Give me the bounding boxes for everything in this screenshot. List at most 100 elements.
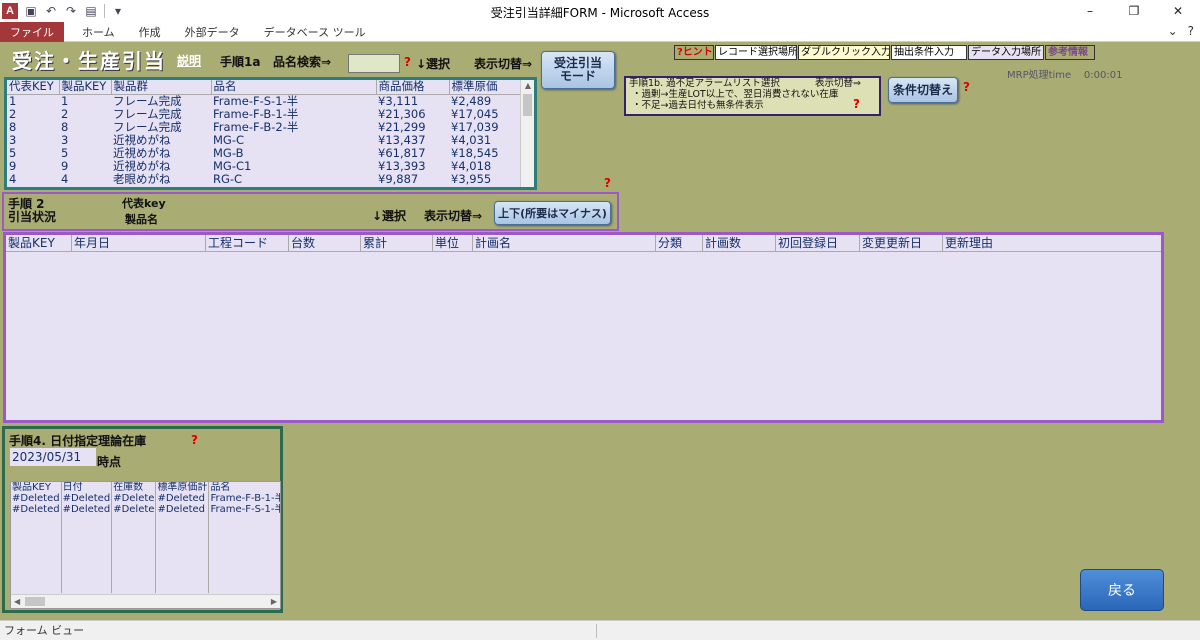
display-switch-label: 表示切替⇒ [474,57,533,71]
scroll-left-icon[interactable]: ◀ [14,595,20,608]
condition-hint-icon[interactable]: ? [963,80,970,94]
grid-col-first-registered: 初回登録日 [776,235,860,251]
help-link[interactable]: 説明 [177,52,201,69]
status-divider [596,624,597,638]
scroll-thumb[interactable] [523,94,532,116]
product-search-input[interactable] [348,54,400,73]
status-bar: フォーム ビュー [0,620,1200,640]
stock-cell: #Deleted [11,493,62,504]
restore-button[interactable]: ❐ [1112,0,1156,22]
help-icon[interactable]: ? [1188,24,1194,38]
access-logo-icon: A [2,3,18,19]
toolbar-divider [104,4,105,18]
scroll-right-icon[interactable]: ▶ [271,595,277,608]
col-product-name: 品名 [211,80,377,95]
product-cell: Frame-F-B-1-半 [213,107,299,121]
product-list-scrollbar[interactable]: ▲ [520,80,534,187]
product-list[interactable]: 代表KEY 製品KEY 製品群 品名 商品価格 標準原価 1 1 フレーム完成 Fra… [4,77,537,190]
product-row[interactable]: 3 3 近視めがね MG-C ¥13,437 ¥4,031 [7,134,523,147]
product-cell: ¥17,045 [451,107,499,121]
product-cell: フレーム完成 [113,107,182,121]
stock-cell: #Deleted [61,493,113,504]
tab-external-data[interactable]: 外部データ [173,22,252,42]
allocation-grid[interactable]: 製品KEY 年月日 工程コード 台数 累計 単位 計画名 分類 計画数 初回登録… [3,232,1164,423]
open-folder-icon[interactable]: ▤ [84,4,98,18]
mrp-time: MRP処理time 0:00:01 [1007,66,1122,81]
product-cell: 2 [9,107,17,121]
product-cell: 1 [9,94,17,108]
grid-col-plan-name: 計画名 [473,235,656,251]
stock-cell: #Delete [111,504,157,515]
product-cell: 4 [9,172,17,186]
allocation-status-label: 引当状況 [8,210,57,224]
stock-empty-cell [155,515,210,593]
form-title: 受注・生産引当 [12,49,166,73]
alarm-switch-label: 表示切替⇒ [815,78,861,89]
updown-toggle-button[interactable]: 上下(所要はマイナス) [494,201,611,225]
stock-cell: #Deleted [61,504,113,515]
product-cell: ¥4,031 [451,133,492,147]
scroll-up-icon[interactable]: ▲ [521,81,534,90]
product-cell: 老眼めがね [113,172,171,186]
product-cell: RG-C [213,172,243,186]
collapse-ribbon-icon[interactable]: ⌄ [1168,24,1178,38]
product-cell: 近視めがね [113,133,171,147]
tab-database-tools[interactable]: データベース ツール [252,22,378,42]
col-product-group: 製品群 [111,80,212,95]
product-cell: MG-C1 [213,159,252,173]
product-cell: 近視めがね [113,159,171,173]
search-hint-icon[interactable]: ? [404,55,411,69]
product-cell: MG-B [213,146,244,160]
section2-hint-icon[interactable]: ? [604,176,611,190]
product-cell: ¥18,545 [451,146,499,160]
col-std-cost: 標準原価 [449,80,524,95]
tab-home[interactable]: ホーム [70,22,127,42]
condition-switch-button[interactable]: 条件切替え [888,77,958,103]
mrp-time-value: 0:00:01 [1083,70,1123,81]
product-cell: ¥17,039 [451,120,499,134]
section2-display-switch-label: 表示切替⇒ [424,209,483,223]
stock-date-input[interactable]: 2023/05/31 [10,448,96,466]
legend-reference: 参考情報 [1045,45,1095,60]
alarm-line1: 手順1b. 過不足アラームリスト選択 [629,78,780,89]
customize-dropdown-icon[interactable]: ▾ [111,4,125,18]
product-cell: ¥9,887 [378,172,419,186]
legend-doubleclick: ダブルクリック入力支援 [798,45,890,60]
product-row[interactable]: 1 1 フレーム完成 Frame-F-S-1-半 ¥3,111 ¥2,489 [7,94,523,108]
stock-list[interactable]: 製品KEY 日付 在庫数 標準原価計 品名 #Deleted #Deleted #D… [10,481,281,609]
hscroll-thumb[interactable] [25,597,45,606]
tab-file[interactable]: ファイル [0,21,64,42]
order-alloc-mode-button[interactable]: 受注引当 モード [541,51,615,89]
grid-col-date: 年月日 [72,235,206,251]
grid-col-unit: 単位 [433,235,473,251]
product-row[interactable]: 9 9 近視めがね MG-C1 ¥13,393 ¥4,018 [7,160,523,173]
redo-icon[interactable]: ↷ [64,4,78,18]
back-button[interactable]: 戻る [1080,569,1164,611]
product-row[interactable]: 2 2 フレーム完成 Frame-F-B-1-半 ¥21,306 ¥17,045 [7,108,523,121]
close-button[interactable]: ✕ [1156,0,1200,22]
stock-empty-cell [61,515,113,593]
undo-icon[interactable]: ↶ [44,4,58,18]
product-row[interactable]: 4 4 老眼めがね RG-C ¥9,887 ¥3,955 [7,173,523,186]
save-icon[interactable]: ▣ [24,4,38,18]
mrp-time-label: MRP処理time [1007,70,1072,81]
product-cell: Frame-F-S-1-半 [213,94,299,108]
stock-cell: Frame-F-B-1-半 [208,493,280,504]
minimize-button[interactable]: – [1068,0,1112,22]
section4-theoretical-stock: 手順4. 日付指定理論在庫 ? 2023/05/31 時点 製品KEY 日付 在… [2,426,283,613]
stock-list-hscrollbar[interactable]: ◀ ▶ [11,594,280,608]
stock-row[interactable]: #Deleted #Deleted #Delete #Deleted Frame-F-S… [11,504,280,515]
product-cell: 3 [9,133,17,147]
tab-create[interactable]: 作成 [127,22,173,42]
product-row[interactable]: 5 5 近視めがね MG-B ¥61,817 ¥18,545 [7,147,523,160]
stock-col-date: 日付 [61,482,113,493]
title-bar: A ▣ ↶ ↷ ▤ ▾ 受注引当詳細FORM - Microsoft Acces… [0,0,1200,22]
time-point-label: 時点 [97,455,122,469]
product-cell: 4 [61,172,69,186]
section4-hint-icon[interactable]: ? [191,433,198,447]
order-alloc-line1: 受注引当 [553,56,602,70]
stock-empty-row [11,515,280,593]
product-row[interactable]: 8 8 フレーム完成 Frame-F-B-2-半 ¥21,299 ¥17,039 [7,121,523,134]
stock-row[interactable]: #Deleted #Deleted #Delete #Deleted Frame-F-B… [11,493,280,504]
alarm-hint-icon[interactable]: ? [853,97,860,111]
